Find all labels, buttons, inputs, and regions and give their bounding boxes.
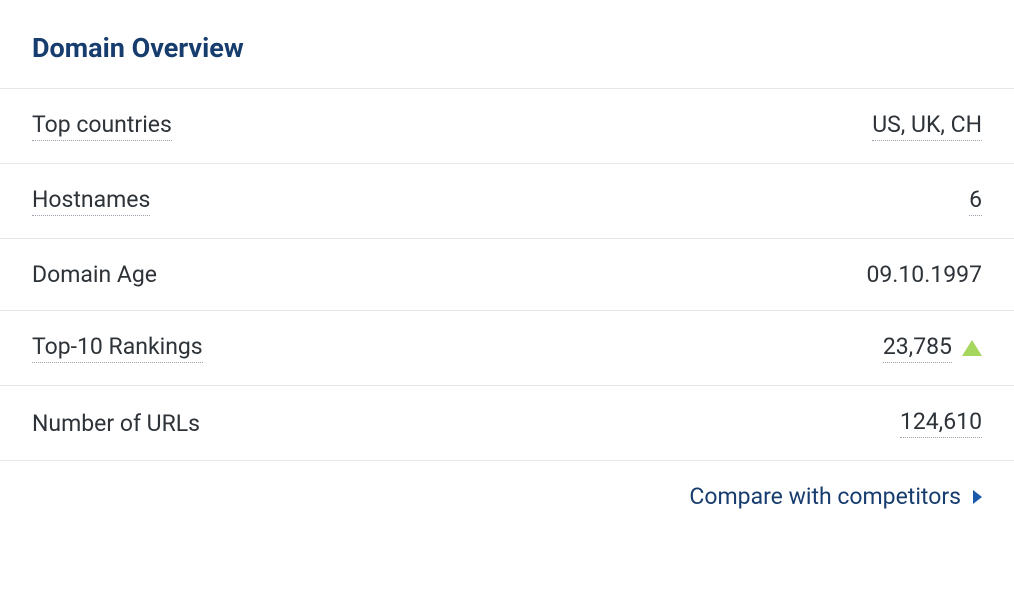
- footer-row: Compare with competitors: [0, 460, 1014, 532]
- stat-value: 124,610: [900, 408, 982, 438]
- stat-label: Number of URLs: [32, 410, 200, 437]
- stat-label: Top-10 Rankings: [32, 333, 203, 363]
- trend-up-icon: [962, 340, 982, 356]
- domain-overview-panel: Domain Overview Top countries US, UK, CH H…: [0, 0, 1014, 532]
- stat-value-wrapper: US, UK, CH: [872, 111, 982, 141]
- stat-row: Top-10 Rankings 23,785: [0, 310, 1014, 385]
- panel-title: Domain Overview: [32, 32, 982, 64]
- stat-value-wrapper: 09.10.1997: [866, 261, 982, 288]
- compare-competitors-link[interactable]: Compare with competitors: [689, 483, 982, 510]
- stat-value: US, UK, CH: [872, 111, 982, 141]
- stat-label: Hostnames: [32, 186, 150, 216]
- stat-value: 23,785: [883, 333, 952, 363]
- stat-value: 09.10.1997: [866, 261, 982, 288]
- stat-value-wrapper: 23,785: [883, 333, 982, 363]
- compare-link-label: Compare with competitors: [689, 483, 961, 510]
- stat-row: Number of URLs 124,610: [0, 385, 1014, 460]
- stat-label: Domain Age: [32, 261, 157, 288]
- chevron-right-icon: [973, 490, 982, 504]
- stat-value-wrapper: 124,610: [900, 408, 982, 438]
- stat-value-wrapper: 6: [969, 186, 982, 216]
- panel-header: Domain Overview: [0, 0, 1014, 88]
- stat-value: 6: [969, 186, 982, 216]
- stat-row: Hostnames 6: [0, 163, 1014, 238]
- stat-label: Top countries: [32, 111, 172, 141]
- stat-row: Domain Age 09.10.1997: [0, 238, 1014, 310]
- stat-row: Top countries US, UK, CH: [0, 88, 1014, 163]
